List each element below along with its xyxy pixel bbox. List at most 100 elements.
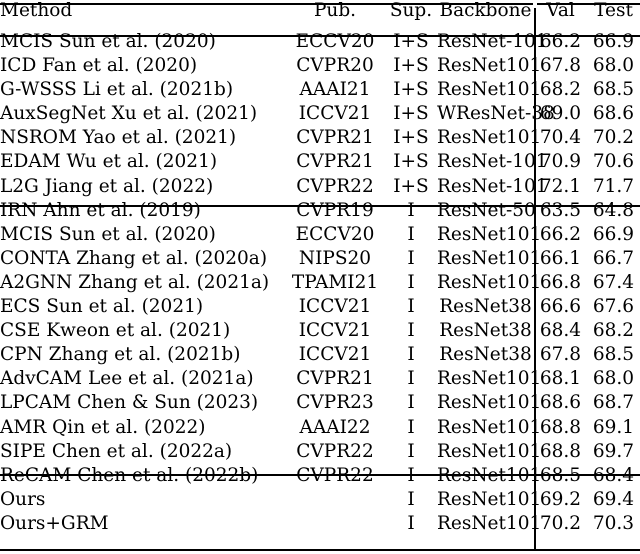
table-row: CPN Zhang et al. (2021b) ICCV21 I ResNet38 6… [0,344,640,370]
cell-pub: AAAI21 [299,79,371,101]
cell-sup: I+S [393,79,429,101]
cell-sup: I [385,466,437,491]
cell-backbone: ResNet-101 [437,31,548,52]
cell-val: 72.1 [539,175,582,197]
cell-method: MCIS Sun et al. (2020) [0,223,216,245]
cell-backbone: ResNet101 [437,392,542,414]
cell-backbone: ResNet101 [437,127,542,149]
cell-pub: CVPR22 [296,175,374,197]
table-row: Ours+GRM I ResNet101 70.2 70.3 [0,514,640,539]
cell-val: 66.6 [539,296,582,318]
cell-val: 70.9 [539,151,582,173]
cell-pub: CVPR21 [296,368,374,390]
table-row: A2GNN Zhang et al. (2021a) TPAMI21 I ResNet… [0,271,640,298]
cell-pub: CVPR21 [296,127,374,149]
cell-backbone: ResNet38 [439,320,532,342]
cell-sup: I [407,416,415,438]
cell-test: 69.7 [592,440,635,462]
cell-test: 70.2 [592,127,635,149]
cell-method: CPN Zhang et al. (2021b) [0,344,241,366]
cell-method: G-WSSS Li et al. (2021b) [0,79,234,101]
cell-pub: CVPR21 [296,151,374,173]
cell-test: 67.4 [592,271,635,293]
cell-sup: I [407,271,415,293]
cell-val: 68.1 [539,368,582,390]
table-row: CSE Kweon et al. (2021) ICCV21 I ResNet38 68… [0,320,640,346]
table-top-rule [0,3,640,6]
cell-test: 67.6 [592,296,635,318]
table-row: ReCAM Chen et al. (2022b) CVPR22 IResNet10… [0,464,640,491]
cell-sup: I [407,392,415,414]
cell-pub: CVPR23 [296,392,374,414]
table-row: LPCAM Chen & Sun (2023) CVPR23 I ResNet101 6… [0,394,640,418]
table-row: Ours I ResNet101 69.2 69.4 [0,488,640,515]
cell-test: 68.2 [592,320,635,342]
cell-sup: I [407,440,415,462]
cell-val: 68.8 [539,416,582,438]
cell-pub: ICCV21 [298,344,372,366]
cell-backbone: ResNet101 [437,368,542,390]
cell-val: 68.2 [539,79,582,101]
table-row: G-WSSS Li et al. (2021b) AAAI21 I+S ResNet1… [0,79,640,105]
table-vertical-rule [534,3,536,549]
table-row: AuxSegNet Xu et al. (2021) ICCV21 I+S WResN… [0,103,640,129]
cell-test: 68.0 [592,55,635,77]
cell-test: 66.7 [592,247,635,269]
table-vertical-rule-gap [533,3,537,8]
cell-sup: I+S [393,55,429,77]
cell-pub: ECCV20 [295,31,375,52]
cell-val: 68.4 [539,320,582,342]
table-row: ECS Sun et al. (2021) ICCV21 I ResNet38 66.6… [0,296,640,322]
cell-method: Ours [0,488,46,510]
cell-test: 69.1 [592,416,635,438]
cell-sup: I+S [393,127,429,149]
cell-backbone: ResNet101 [437,247,542,269]
cell-method: A2GNN Zhang et al. (2021a) [0,271,270,293]
cell-method: SIPE Chen et al. (2022a) [0,440,233,462]
cell-pub: CVPR20 [296,55,374,77]
cell-method: CONTA Zhang et al. (2020a) [0,247,268,269]
cell-pub: AAAI22 [299,416,371,438]
table-row: L2G Jiang et al. (2022) CVPR22 I+S ResNet-1… [0,175,640,202]
cell-pub [285,515,385,539]
cell-val: 68.6 [539,392,582,414]
table-header-rule [0,35,640,37]
cell-backbone: ResNet101 [437,223,542,245]
table-row: CONTA Zhang et al. (2020a) NIPS20 I ResNet1… [0,247,640,274]
cell-test: 71.7 [592,175,635,197]
cell-sup: I [407,344,415,366]
cell-val: 66.1 [539,247,582,269]
cell-pub: ICCV21 [298,296,372,318]
cell-pub: NIPS20 [298,247,372,269]
cell-val: 66.2 [539,31,582,52]
results-table-container: Method Pub. Sup. Backbone Val Test MCIS … [0,0,640,554]
cell-sup: I+S [393,103,429,125]
table-row: NSROM Yao et al. (2021) CVPR21 I+S ResNet10… [0,129,640,153]
table-body: MCIS Sun et al. (2020) ECCV20 I+S ResNet-10… [0,31,640,539]
cell-val: 67.8 [539,55,582,77]
cell-val: 69.2 [539,488,582,510]
cell-sup: I [407,296,415,318]
cell-test: 69.4 [592,488,635,510]
table-section-rule-2 [0,474,640,476]
cell-method: AuxSegNet Xu et al. (2021) [0,103,258,125]
cell-method: LPCAM Chen & Sun (2023) [0,392,259,414]
cell-backbone: ResNet38 [439,296,532,318]
cell-pub: CVPR22 [296,464,374,486]
cell-sup: I+S [393,175,429,197]
cell-test: 68.7 [592,392,635,414]
cell-method: ECS Sun et al. (2021) [0,296,204,318]
cell-method: ReCAM Chen et al. (2022b) [0,464,259,486]
cell-backbone: ResNet101 [437,440,542,462]
cell-test: 68.4 [592,464,635,486]
cell-val: 66.8 [539,271,582,293]
table-row: AMR Qin et al. (2022) AAAI22 I ResNet101 68.… [0,416,640,443]
results-table: Method Pub. Sup. Backbone Val Test MCIS … [0,0,640,539]
cell-test: 66.9 [592,223,635,245]
cell-sup: I [407,223,415,245]
table-row: MCIS Sun et al. (2020) ECCV20 I+S ResNet-10… [0,31,640,57]
cell-pub [285,491,385,515]
cell-method: L2G Jiang et al. (2022) [0,175,214,197]
cell-test: 68.6 [592,103,635,125]
cell-sup: I [407,488,415,510]
